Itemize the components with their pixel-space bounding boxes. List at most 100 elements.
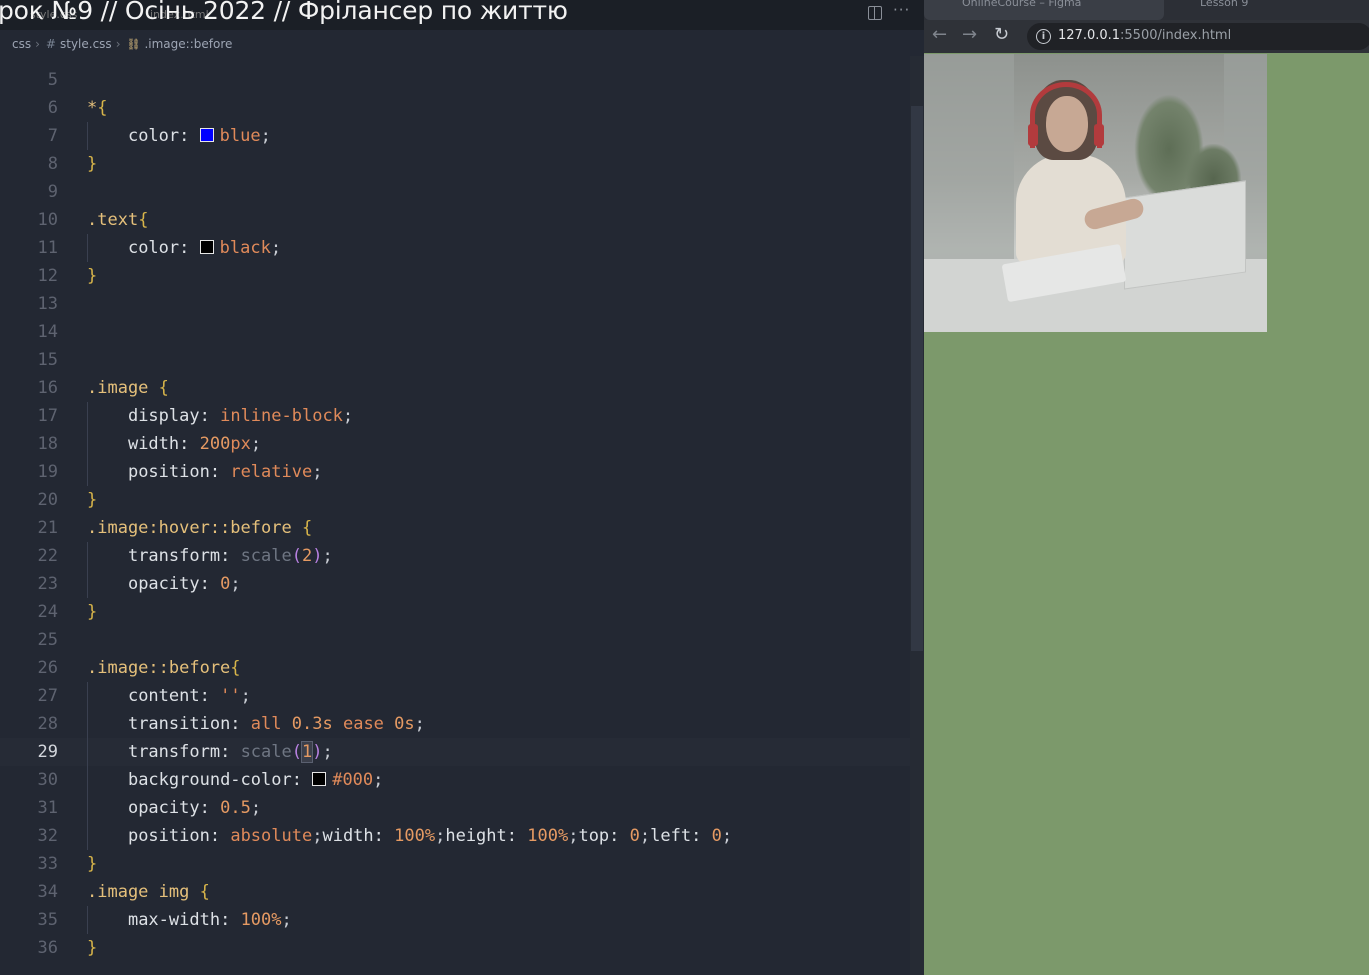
code-line[interactable]: 16 .image { xyxy=(0,374,910,402)
preview-photo-student-with-headphones[interactable] xyxy=(924,54,1267,332)
code-line[interactable]: 23 opacity: 0; xyxy=(0,570,910,598)
code-editor[interactable]: style.css index.html рок №9 // Осінь 202… xyxy=(0,0,924,975)
css-property: max-width: xyxy=(127,910,231,930)
css-value: 100% xyxy=(527,826,569,846)
line-number: 6 xyxy=(47,98,58,118)
code-line[interactable]: 22 transform: scale(2); xyxy=(0,542,910,570)
code-line-text: } xyxy=(87,262,97,290)
code-line[interactable]: 10 .text{ xyxy=(0,206,910,234)
code-line-text: position: absolute;width: 100%;height: 1… xyxy=(87,822,732,850)
code-line[interactable]: 35 max-width: 100%; xyxy=(0,906,910,934)
code-line-text: } xyxy=(87,850,97,878)
code-line[interactable]: 25 xyxy=(0,626,910,654)
code-line[interactable]: 30 background-color: #000; xyxy=(0,766,910,794)
url-text[interactable]: 127.0.0.1:5500/index.html xyxy=(1058,28,1231,43)
code-line[interactable]: 36} xyxy=(0,934,910,962)
code-line[interactable]: 20} xyxy=(0,486,910,514)
code-line[interactable]: 18 width: 200px; xyxy=(0,430,910,458)
editor-scroll-thumb[interactable] xyxy=(911,106,923,651)
code-line[interactable]: 24} xyxy=(0,598,910,626)
more-actions-icon[interactable]: ··· xyxy=(893,1,910,19)
code-line[interactable]: 26 .image::before{ xyxy=(0,654,910,682)
code-line[interactable]: 17 display: inline-block; xyxy=(0,402,910,430)
code-line[interactable]: 5 xyxy=(0,66,910,94)
code-line-text: .text{ xyxy=(87,206,148,234)
code-line[interactable]: 6 *{ xyxy=(0,94,910,122)
semicolon: ; xyxy=(322,546,333,566)
code-line[interactable]: 9 xyxy=(0,178,910,206)
semicolon: ; xyxy=(230,574,241,594)
url-host: 127.0.0.1 xyxy=(1058,28,1121,43)
site-info-icon[interactable]: i xyxy=(1036,29,1051,44)
code-line[interactable]: 31 opacity: 0.5; xyxy=(0,794,910,822)
forward-arrow-icon[interactable]: → xyxy=(962,24,977,45)
editor-scrollbar[interactable] xyxy=(910,56,924,975)
line-number: 18 xyxy=(37,434,58,454)
semicolon: ; xyxy=(639,826,651,846)
css-property: height: xyxy=(445,826,517,846)
code-line[interactable]: 34 .image img { xyxy=(0,878,910,906)
url-path: :5500/index.html xyxy=(1120,28,1232,43)
code-area[interactable]: 5 6 *{7 color: blue; 8} 9 10 .text{11 color: b… xyxy=(0,66,910,962)
photo-headphone-cup-right xyxy=(1094,124,1104,146)
open-brace: { xyxy=(301,518,313,538)
breadcrumb-file[interactable]: style.css xyxy=(60,37,112,51)
line-number: 26 xyxy=(37,658,58,678)
code-line-text: .image img { xyxy=(87,878,210,906)
code-line[interactable]: 11 color: black; xyxy=(0,234,910,262)
code-line[interactable]: 19 position: relative; xyxy=(0,458,910,486)
code-line[interactable]: 15 xyxy=(0,346,910,374)
code-line[interactable]: 14 xyxy=(0,318,910,346)
breadcrumb-symbol[interactable]: .image::before xyxy=(144,37,232,51)
semicolon: ; xyxy=(270,238,282,258)
color-swatch-icon[interactable] xyxy=(312,772,327,786)
video-title-overlay: рок №9 // Осінь 2022 // Фрілансер по жит… xyxy=(0,0,568,25)
code-line[interactable]: 32 position: absolute;width: 100%;height… xyxy=(0,822,910,850)
line-number: 30 xyxy=(37,770,58,790)
open-brace: { xyxy=(199,882,210,902)
line-number: 8 xyxy=(47,154,58,174)
address-bar[interactable]: i 127.0.0.1:5500/index.html xyxy=(1027,23,1369,50)
code-line[interactable]: 12} xyxy=(0,262,910,290)
code-line[interactable]: 8} xyxy=(0,150,910,178)
browser-tab-lesson[interactable]: Lesson 9 xyxy=(1176,0,1356,20)
css-property: color: xyxy=(127,126,190,146)
code-line-text: display: inline-block; xyxy=(87,402,353,430)
reload-icon[interactable]: ↻ xyxy=(994,24,1009,45)
code-line[interactable]: 29 transform: scale(1); xyxy=(0,738,910,766)
color-swatch-icon[interactable] xyxy=(199,128,214,142)
line-number: 27 xyxy=(37,686,58,706)
code-line[interactable]: 21 .image:hover::before { xyxy=(0,514,910,542)
code-line[interactable]: 7 color: blue; xyxy=(0,122,910,150)
breadcrumb-folder[interactable]: css xyxy=(12,37,31,51)
code-line[interactable]: 13 xyxy=(0,290,910,318)
code-line-text: opacity: 0.5; xyxy=(87,794,261,822)
code-line-text: transform: scale(2); xyxy=(87,542,333,570)
code-line[interactable]: 27 content: ''; xyxy=(0,682,910,710)
css-function-arg: 1 xyxy=(300,741,314,763)
css-value: all xyxy=(250,714,282,734)
css-value: 0s xyxy=(394,714,415,734)
code-line[interactable]: 28 transition: all 0.3s ease 0s; xyxy=(0,710,910,738)
semicolon: ; xyxy=(414,714,425,734)
semicolon: ; xyxy=(342,406,354,426)
code-line[interactable]: 33} xyxy=(0,850,910,878)
line-number: 15 xyxy=(37,350,58,370)
color-swatch-icon[interactable] xyxy=(199,240,214,254)
line-number: 10 xyxy=(37,210,58,230)
browser-tab-figma[interactable]: OnlineCourse – Figma xyxy=(924,0,1164,20)
split-editor-icon[interactable] xyxy=(868,6,882,20)
semicolon: ; xyxy=(260,126,271,146)
back-arrow-icon[interactable]: ← xyxy=(932,24,947,45)
